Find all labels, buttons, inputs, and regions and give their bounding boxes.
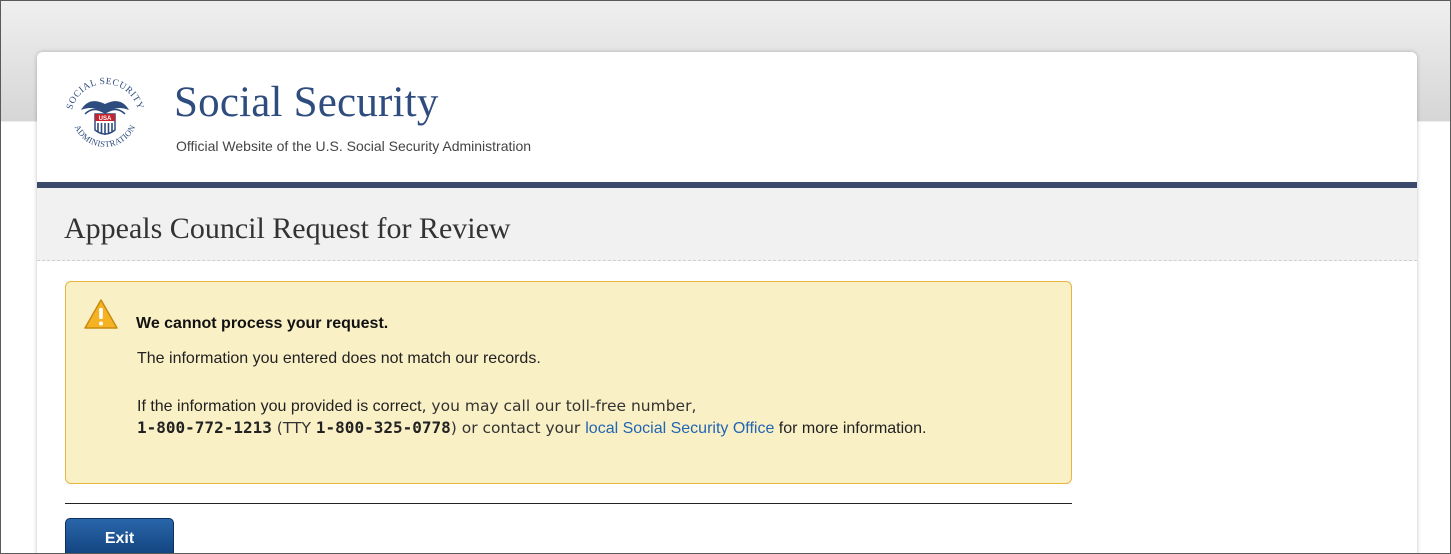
alert-para-end: for more information. (774, 420, 927, 437)
brand-title[interactable]: Social Security (174, 78, 439, 127)
error-alert: We cannot process your request. The info… (65, 281, 1072, 484)
alert-contact-info: If the information you provided is corre… (137, 396, 1057, 439)
tty-close: ) or contact your (450, 419, 586, 437)
masthead: SOCIAL SECURITY ADMINISTRATION USA Socia… (37, 52, 1417, 182)
exit-button[interactable]: Exit (65, 518, 174, 553)
warning-icon (84, 299, 118, 329)
ssa-seal-logo[interactable]: SOCIAL SECURITY ADMINISTRATION USA (59, 70, 151, 162)
tty-phone: 1-800-325-0778 (315, 418, 451, 437)
toll-free-phone: 1-800-772-1213 (137, 418, 272, 437)
page-card: SOCIAL SECURITY ADMINISTRATION USA Socia… (37, 52, 1417, 553)
alert-para-part1: If the information you provided is corre… (137, 398, 422, 415)
page-title: Appeals Council Request for Review (64, 212, 511, 245)
divider (65, 503, 1072, 504)
alert-message: The information you entered does not mat… (137, 350, 541, 367)
svg-text:USA: USA (99, 116, 112, 122)
page-title-bar: Appeals Council Request for Review (37, 188, 1417, 261)
brand-subtitle: Official Website of the U.S. Social Secu… (176, 138, 532, 154)
alert-heading: We cannot process your request. (136, 315, 389, 332)
alert-para-part2: , you may call our toll-free number, (421, 397, 697, 415)
browser-viewport: SOCIAL SECURITY ADMINISTRATION USA Socia… (0, 0, 1451, 554)
local-office-link[interactable]: local Social Security Office (585, 420, 774, 437)
tty-open: (TTY (271, 419, 316, 437)
